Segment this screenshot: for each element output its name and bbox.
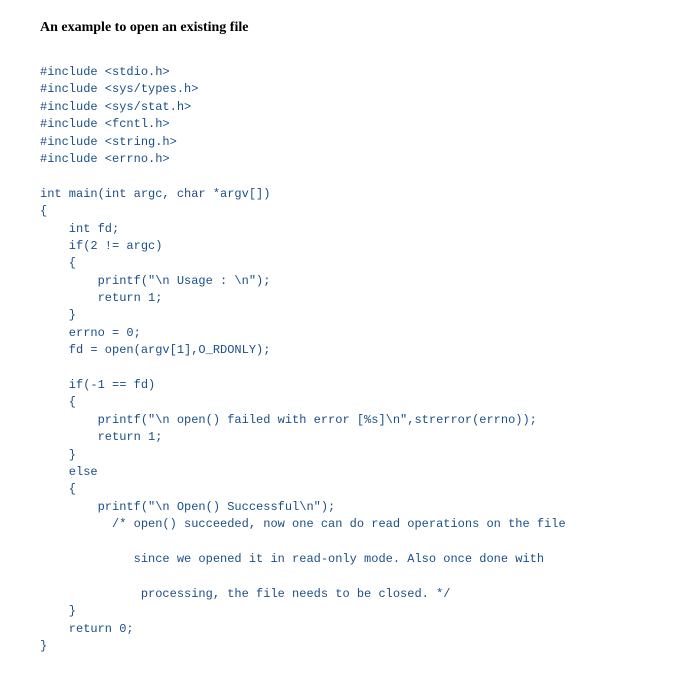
section-heading: An example to open an existing file [40, 20, 649, 36]
code-block: #include <stdio.h> #include <sys/types.h… [40, 64, 649, 655]
